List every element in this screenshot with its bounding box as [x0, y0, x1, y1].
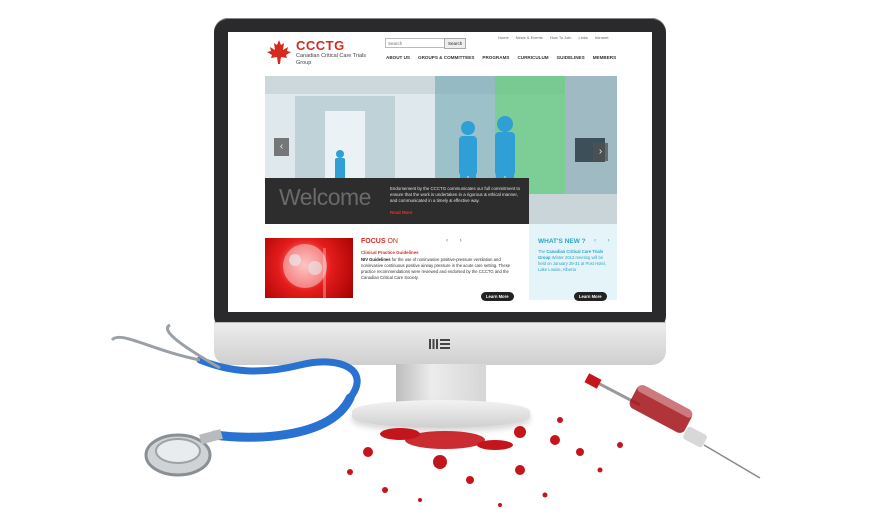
util-nav-news-events[interactable]: News & Events — [516, 35, 543, 40]
nav-guidelines[interactable]: GUIDELINES — [557, 55, 585, 60]
whats-new-learn-more-button[interactable]: Learn More — [574, 292, 607, 301]
hero-prev-arrow[interactable]: ‹ — [274, 138, 289, 156]
search-button[interactable]: Search — [444, 38, 467, 49]
focus-heading-a: FOCUS — [361, 238, 386, 245]
welcome-text: Endorsement by the CCCTG communicates ou… — [390, 186, 521, 204]
util-nav-links[interactable]: Links — [579, 35, 588, 40]
nav-programs[interactable]: PROGRAMS — [482, 55, 509, 60]
logo-title[interactable]: CCCTG — [296, 38, 345, 53]
nav-groups-committees[interactable]: GROUPS & COMMITTEES — [418, 55, 474, 60]
whats-new-heading: WHAT'S NEW ? — [538, 238, 586, 245]
focus-body: NIV Guidelines for the use of noninvasiv… — [361, 257, 519, 281]
search-input[interactable] — [385, 38, 447, 48]
focus-heading: FOCUS ON — [361, 238, 398, 245]
whats-new-carousel-nav[interactable]: ‹ › — [594, 238, 615, 244]
focus-learn-more-button[interactable]: Learn More — [481, 292, 514, 301]
focus-carousel-nav[interactable]: ‹ › — [446, 238, 467, 244]
nav-curriculum[interactable]: CURRICULUM — [517, 55, 548, 60]
hero-next-arrow[interactable]: › — [593, 143, 608, 161]
welcome-title: Welcome — [279, 184, 371, 210]
read-more-link[interactable]: Read More — [390, 210, 412, 215]
main-nav: ABOUT US GROUPS & COMMITTEES PROGRAMS CU… — [386, 55, 616, 60]
maple-leaf-icon[interactable] — [265, 38, 293, 66]
util-nav-how-to-join[interactable]: How To Join — [550, 35, 572, 40]
focus-image[interactable] — [265, 238, 353, 298]
nav-members[interactable]: MEMBERS — [593, 55, 616, 60]
logo-subtitle: Canadian Critical Care Trials Group — [296, 53, 366, 66]
util-nav-intranet[interactable]: Intranet — [595, 35, 609, 40]
stethoscope-icon — [110, 323, 361, 477]
utility-nav: Home News & Events How To Join Links Int… — [498, 35, 608, 40]
focus-body-bold[interactable]: NIV Guidelines — [361, 257, 391, 262]
website-screen: CCCTG Canadian Critical Care Trials Grou… — [228, 32, 652, 312]
blood-splatter — [347, 417, 623, 507]
focus-subheading[interactable]: Clinical Practice Guidelines — [361, 250, 419, 255]
whats-new-text: The Canadian Critical Care Trials Group … — [538, 249, 610, 273]
util-nav-home[interactable]: Home — [498, 35, 509, 40]
focus-heading-b: ON — [387, 238, 398, 245]
nav-about-us[interactable]: ABOUT US — [386, 55, 410, 60]
syringe-icon — [584, 373, 761, 479]
